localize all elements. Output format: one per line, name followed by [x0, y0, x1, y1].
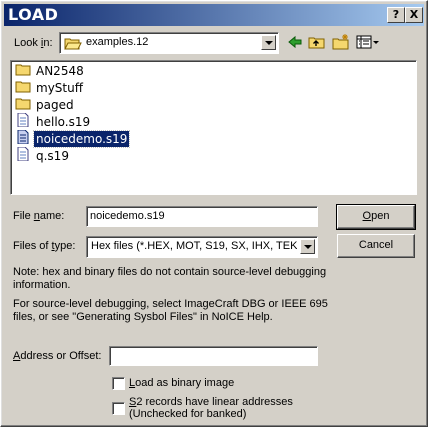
- look-in-dropdown-arrow[interactable]: [261, 35, 276, 50]
- window-title: LOAD: [8, 5, 59, 24]
- files-of-type-value: Hex files (*.HEX, MOT, S19, SX, IHX, TEK…: [91, 240, 297, 252]
- open-button[interactable]: Open: [336, 204, 416, 230]
- s2-linear-checkbox[interactable]: [112, 402, 125, 415]
- files-of-type-dropdown-arrow[interactable]: [300, 239, 315, 254]
- file-name-input[interactable]: noicedemo.s19: [86, 206, 318, 227]
- list-item-mystuff[interactable]: myStuff: [15, 79, 85, 95]
- address-offset-label: Address or Offset:: [13, 350, 102, 362]
- load-binary-checkbox[interactable]: [112, 377, 125, 390]
- load-binary-label: Load as binary image: [129, 377, 235, 389]
- look-in-value: examples.12: [86, 36, 149, 48]
- list-item-an2548[interactable]: AN2548: [15, 62, 86, 78]
- close-button[interactable]: X: [405, 7, 423, 23]
- file-name-label: File name:: [13, 210, 65, 222]
- look-in-combo[interactable]: examples.12: [59, 32, 279, 54]
- cancel-button[interactable]: Cancel: [337, 234, 415, 258]
- document-icon: [15, 129, 31, 148]
- list-item-paged[interactable]: paged: [15, 96, 76, 112]
- new-folder-icon[interactable]: [331, 33, 351, 51]
- address-offset-input[interactable]: [109, 346, 318, 366]
- files-of-type-combo[interactable]: Hex files (*.HEX, MOT, S19, SX, IHX, TEK…: [86, 236, 318, 258]
- folder-icon: [15, 96, 31, 114]
- look-in-label: Look in:: [14, 37, 53, 49]
- note-hex-binary: Note: hex and binary files do not contai…: [13, 266, 327, 291]
- list-item-q-s19[interactable]: q.s19: [15, 146, 71, 165]
- folder-icon: [15, 79, 31, 97]
- title-bar[interactable]: LOAD ? X: [4, 4, 424, 26]
- s2-linear-label: S2 records have linear addresses (Unchec…: [129, 396, 293, 420]
- folder-open-icon: [64, 36, 82, 53]
- document-icon: [15, 146, 31, 165]
- help-button[interactable]: ?: [387, 7, 405, 23]
- folder-icon: [15, 62, 31, 80]
- document-icon: [15, 112, 31, 131]
- view-menu-icon[interactable]: [355, 33, 381, 51]
- file-list[interactable]: AN2548 myStuff paged hello.s19 noicedemo…: [10, 60, 417, 195]
- note-source-level: For source-level debugging, select Image…: [13, 298, 328, 323]
- list-item-hello-s19[interactable]: hello.s19: [15, 112, 92, 131]
- back-arrow-icon[interactable]: [285, 33, 305, 51]
- up-folder-icon[interactable]: [307, 33, 327, 51]
- load-dialog: LOAD ? X Look in: examples.12 AN2548 myS…: [0, 0, 428, 427]
- files-of-type-label: Files of type:: [13, 240, 76, 252]
- list-item-noicedemo-s19[interactable]: noicedemo.s19: [15, 129, 131, 148]
